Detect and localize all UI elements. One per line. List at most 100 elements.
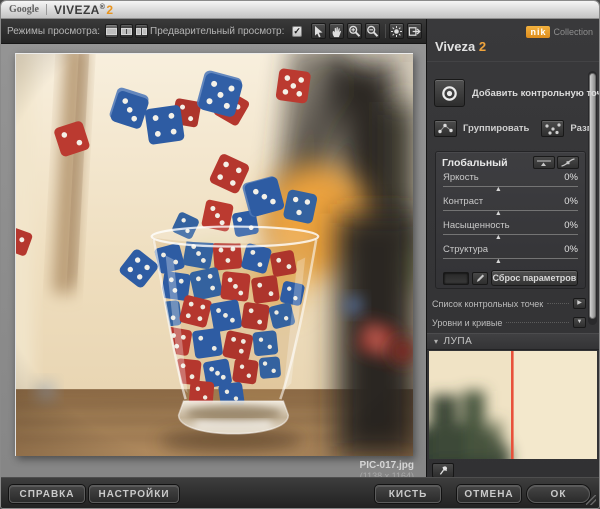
slider-structure: Структура 0% ▲ — [436, 243, 585, 267]
panel-title: Viveza 2 — [435, 39, 486, 54]
slider-view-icon — [536, 158, 552, 167]
saturation-slider-track[interactable]: ▲ — [443, 233, 578, 242]
help-button[interactable]: СПРАВКА — [9, 485, 85, 503]
slider-handle[interactable]: ▲ — [495, 210, 502, 218]
photo-canvas[interactable] — [15, 53, 413, 456]
nik-logo: nik — [526, 26, 550, 38]
viveza-window: Google VIVEZA®2 Режимы просмотра: Предва… — [0, 0, 600, 509]
fit-screen-tool-button[interactable] — [407, 23, 422, 39]
group-button[interactable] — [434, 120, 457, 137]
right-panel: nik Collection Viveza 2 Добавить контрол… — [426, 19, 599, 477]
edit-pencil-button[interactable] — [472, 272, 488, 285]
resize-grip[interactable] — [586, 495, 596, 505]
pencil-icon — [475, 273, 485, 283]
global-title: Глобальный — [442, 157, 531, 169]
loupe-image — [429, 351, 597, 459]
image-filename: PIC-017.jpg — [360, 460, 414, 471]
view-mode-sidebyside-button[interactable] — [135, 24, 148, 38]
google-logo: Google — [9, 4, 39, 15]
collection-label: Collection — [553, 27, 593, 37]
zoom-in-icon — [348, 25, 361, 38]
ok-button[interactable]: ОК — [527, 485, 590, 503]
slider-view-toggle-button[interactable] — [533, 156, 555, 169]
add-control-point-row: Добавить контрольную точку — [434, 79, 586, 107]
dice-photo — [16, 54, 413, 456]
fit-screen-icon — [408, 25, 421, 38]
panel-title-text: Viveza — [435, 39, 475, 54]
slider-handle[interactable]: ▲ — [495, 186, 502, 194]
view-modes-label: Режимы просмотра: — [7, 26, 100, 37]
dotted-leader — [506, 322, 569, 323]
side-by-side-view-icon — [136, 28, 147, 35]
panel-title-version: 2 — [479, 39, 486, 54]
cursor-tool-button[interactable] — [311, 23, 326, 39]
group-icon — [436, 122, 455, 135]
slider-label: Контраст — [443, 196, 483, 207]
view-mode-single-button[interactable] — [105, 24, 118, 38]
compare-light-icon — [390, 25, 403, 38]
scrollbar-thumb[interactable] — [589, 73, 596, 319]
slider-contrast: Контраст 0% ▲ — [436, 195, 585, 219]
loupe-title: ЛУПА — [444, 336, 473, 347]
settings-button[interactable]: НАСТРОЙКИ — [89, 485, 179, 503]
zoom-out-icon — [366, 25, 379, 38]
image-viewport: PIC-017.jpg (1138 x 1164) — [1, 44, 426, 477]
group-row: Группировать Разгруппировать — [434, 120, 589, 137]
selection-preview-button[interactable] — [443, 272, 469, 285]
slider-label: Насыщенность — [443, 220, 510, 231]
compare-tool-button[interactable] — [389, 23, 404, 39]
slider-saturation: Насыщенность 0% ▲ — [436, 219, 585, 243]
nik-collection-badge: nik Collection — [526, 26, 593, 38]
loupe-pin-button[interactable] — [432, 463, 454, 478]
view-mode-split-button[interactable] — [120, 24, 133, 38]
control-point-icon — [441, 85, 458, 102]
slider-label: Структура — [443, 244, 488, 255]
toolbar: Режимы просмотра: Предварительный просмо… — [1, 19, 426, 44]
slider-value: 0% — [564, 244, 578, 255]
dotted-leader — [547, 303, 569, 304]
curve-view-icon — [560, 158, 576, 167]
collapse-arrow-icon: ▾ — [434, 337, 439, 346]
slider-value: 0% — [564, 172, 578, 183]
titlebar-divider — [46, 4, 47, 15]
zoom-out-tool-button[interactable] — [365, 23, 380, 39]
ungroup-label: Разгруппировать — [570, 123, 589, 134]
slider-brightness: Яркость0% ▲ — [436, 171, 585, 195]
slider-handle[interactable]: ▲ — [495, 234, 502, 242]
add-control-point-button[interactable] — [434, 79, 465, 107]
global-footer: Сброс параметров — [436, 267, 585, 286]
loupe-header[interactable]: ▾ ЛУПА — [427, 333, 599, 350]
app-name: VIVEZA — [54, 3, 100, 17]
expand-control-points-button[interactable]: ▶ — [573, 298, 586, 309]
app-title: VIVEZA®2 — [54, 3, 113, 17]
group-label: Группировать — [463, 123, 529, 134]
brightness-slider-track[interactable]: ▲ — [443, 185, 578, 194]
split-view-icon — [121, 28, 132, 35]
expand-levels-curves-button[interactable]: ▼ — [573, 317, 586, 328]
cancel-button[interactable]: ОТМЕНА — [457, 485, 521, 503]
reset-parameters-button[interactable]: Сброс параметров — [491, 270, 578, 286]
global-adjustments-panel: Глобальный Яркость0% ▲ Контраст 0% ▲ Насы… — [435, 151, 586, 289]
section-levels-curves: Уровни и кривые ▼ — [432, 315, 586, 330]
curve-view-toggle-button[interactable] — [557, 156, 579, 169]
hand-tool-button[interactable] — [329, 23, 344, 39]
brush-button[interactable]: КИСТЬ — [375, 485, 441, 503]
panel-divider — [427, 61, 599, 62]
section-control-points-list: Список контрольных точек ▶ — [432, 296, 586, 311]
slider-value: 0% — [564, 196, 578, 207]
structure-slider-track[interactable]: ▲ — [443, 257, 578, 266]
global-header: Глобальный — [436, 152, 585, 171]
preview-checkbox[interactable]: ✓ — [292, 26, 302, 37]
contrast-slider-track[interactable]: ▲ — [443, 209, 578, 218]
registered-mark: ® — [100, 4, 106, 11]
toolbar-separator — [385, 24, 386, 38]
footer-bar: СПРАВКА НАСТРОЙКИ КИСТЬ ОТМЕНА ОК — [1, 477, 599, 508]
ungroup-button[interactable] — [541, 120, 564, 137]
section-label: Уровни и кривые — [432, 318, 502, 328]
titlebar: Google VIVEZA®2 — [1, 1, 599, 19]
pin-icon — [438, 465, 449, 476]
panel-scrollbar[interactable] — [588, 71, 597, 325]
zoom-in-tool-button[interactable] — [347, 23, 362, 39]
slider-value: 0% — [564, 220, 578, 231]
slider-handle[interactable]: ▲ — [495, 258, 502, 266]
